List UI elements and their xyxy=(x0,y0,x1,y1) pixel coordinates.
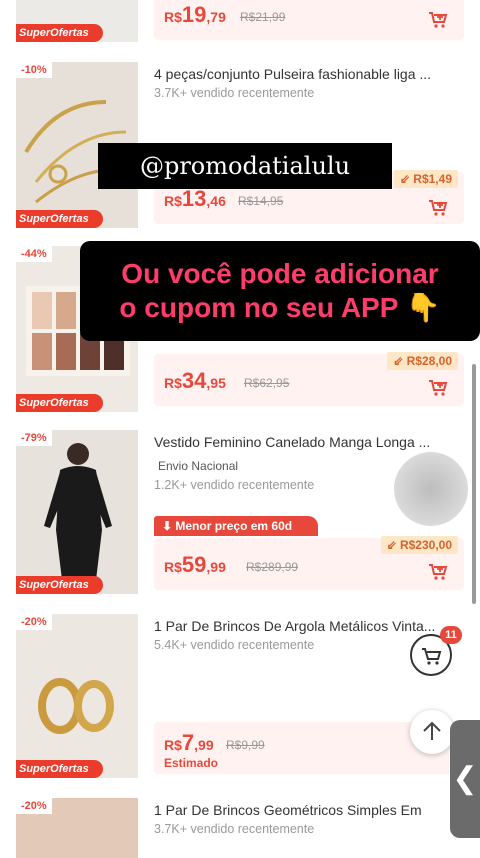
pointing-hand-icon: 👇 xyxy=(397,292,441,323)
sold-count: 1.2K+ vendido recentemente xyxy=(154,478,315,492)
super-ofertas-badge: SuperOfertas xyxy=(16,24,103,42)
touch-indicator xyxy=(394,452,468,526)
product-image[interactable]: SuperOfertas xyxy=(16,0,138,42)
product-title[interactable]: 1 Par De Brincos Geométricos Simples Em xyxy=(154,802,464,818)
discount-badge: -20% xyxy=(16,614,52,630)
super-ofertas-badge: SuperOfertas xyxy=(16,576,103,594)
chevron-left-icon: ❮ xyxy=(452,762,478,795)
super-ofertas-badge: SuperOfertas xyxy=(16,760,103,778)
product-title[interactable]: 4 peças/conjunto Pulseira fashionable li… xyxy=(154,66,464,82)
back-to-top-button[interactable] xyxy=(410,710,454,754)
discount-badge: -44% xyxy=(16,246,52,262)
product-image[interactable]: -79% SuperOfertas xyxy=(16,430,138,594)
product-image[interactable]: -20% SuperOfertas xyxy=(16,614,138,778)
old-price: R$9,99 xyxy=(226,738,265,752)
old-price: R$21,99 xyxy=(240,10,286,24)
price: R$59,99 xyxy=(164,552,226,577)
super-ofertas-badge: SuperOfertas xyxy=(16,394,103,412)
product-title[interactable]: 1 Par De Brincos De Argola Metálicos Vin… xyxy=(154,618,464,634)
super-ofertas-badge: SuperOfertas xyxy=(16,210,103,228)
message-line-1: Ou você pode adicionar xyxy=(121,258,439,289)
coupon-badge: ⇙ R$230,00 xyxy=(380,536,458,554)
sold-count: 3.7K+ vendido recentemente xyxy=(154,86,315,100)
old-price: R$62,95 xyxy=(244,376,290,390)
price: R$19,79 xyxy=(164,2,226,27)
creator-handle-overlay: @promodatialulu xyxy=(98,143,392,189)
price: R$13,46 xyxy=(164,186,226,211)
discount-badge: -10% xyxy=(16,62,52,78)
coupon-message-overlay: Ou você pode adicionar o cupom no seu AP… xyxy=(80,241,480,341)
product-image[interactable]: -20% xyxy=(16,798,138,858)
estimate-label: Estimado xyxy=(164,756,219,770)
side-panel-toggle[interactable]: ❮ xyxy=(450,720,480,838)
discount-badge: -20% xyxy=(16,798,52,814)
old-price: R$14,95 xyxy=(238,194,284,208)
message-line-2: o cupom no seu APP 👇 xyxy=(119,292,441,323)
coupon-badge: ⇙ R$28,00 xyxy=(387,352,458,370)
price: R$7,99 xyxy=(164,730,214,755)
old-price: R$289,99 xyxy=(246,560,299,574)
price-box: ⇙ R$28,00 R$34,95 R$62,95 xyxy=(154,352,464,406)
coupon-badge: ⇙ R$1,49 xyxy=(393,170,458,188)
dress-image xyxy=(44,443,112,580)
earrings-image xyxy=(38,678,114,734)
add-to-cart-icon[interactable] xyxy=(428,562,448,582)
add-to-cart-icon[interactable] xyxy=(428,378,448,398)
product-card[interactable]: SuperOfertas R$19,79 R$21,99 xyxy=(0,0,480,44)
price: R$34,95 xyxy=(164,368,226,393)
scrollbar[interactable] xyxy=(472,364,476,604)
cart-count-badge: 11 xyxy=(440,626,462,644)
product-card[interactable]: -20% SuperOfertas 1 Par De Brincos De Ar… xyxy=(0,612,480,782)
arrow-up-icon xyxy=(423,721,441,740)
product-card[interactable]: -20% 1 Par De Brincos Geométricos Simple… xyxy=(0,796,480,858)
lowest-price-badge: ⬇ Menor preço em 60d xyxy=(154,516,318,536)
shipping-label: Envio Nacional xyxy=(158,459,239,473)
sold-count: 3.7K+ vendido recentemente xyxy=(154,822,315,836)
add-to-cart-icon[interactable] xyxy=(428,198,448,218)
product-title[interactable]: Vestido Feminino Canelado Manga Longa ..… xyxy=(154,434,464,450)
sold-count: 5.4K+ vendido recentemente xyxy=(154,638,315,652)
add-to-cart-icon[interactable] xyxy=(428,10,448,30)
price-box: R$19,79 R$21,99 xyxy=(154,0,464,40)
discount-badge: -79% xyxy=(16,430,52,446)
price-box: ⇙ R$230,00 R$59,99 R$289,99 xyxy=(154,536,464,590)
